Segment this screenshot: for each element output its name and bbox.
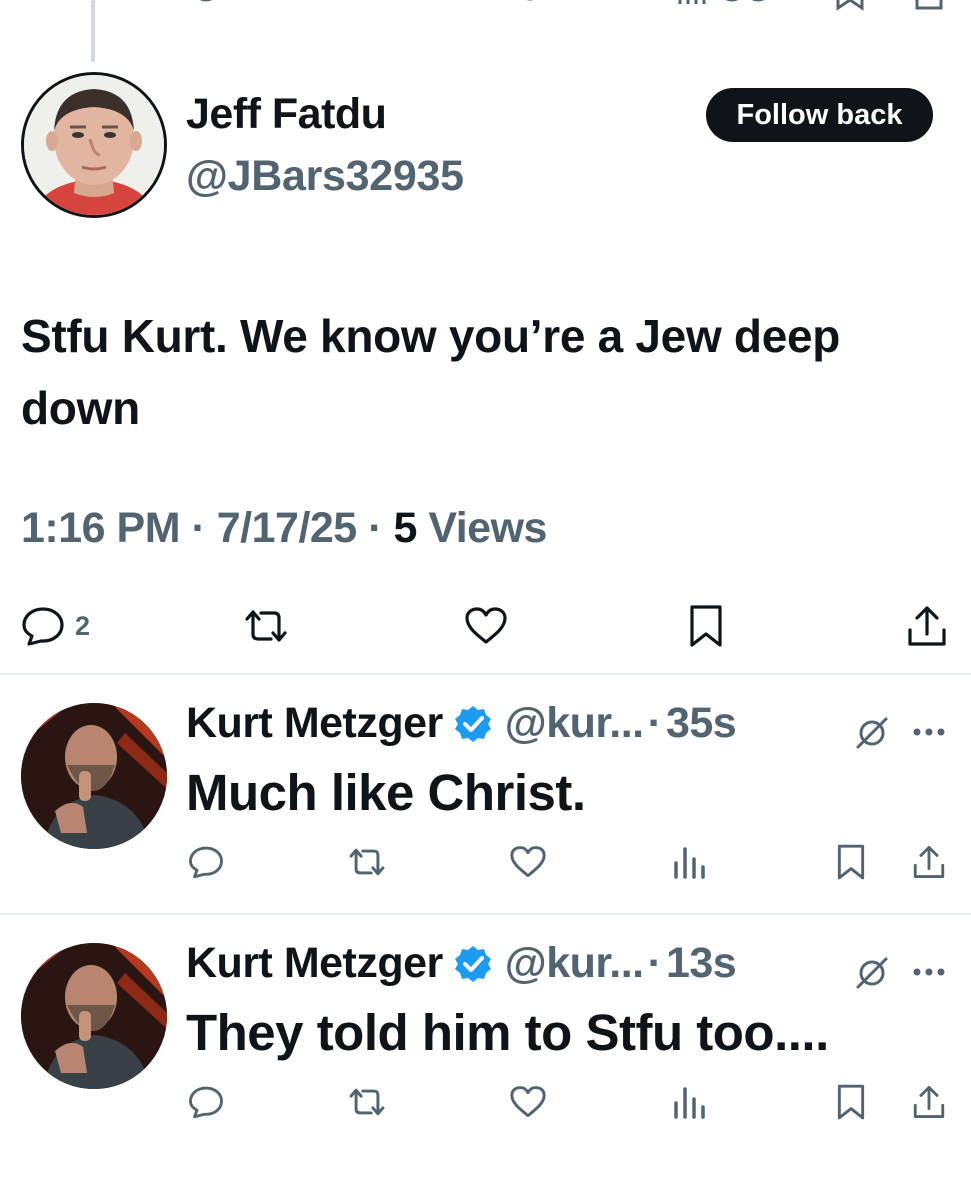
share-icon[interactable] [912,1083,946,1121]
retweet-icon[interactable] [346,1085,388,1119]
views-icon[interactable] [672,1085,706,1119]
bookmark-icon [690,605,722,647]
share-icon [908,606,946,646]
main-tweet: Jeff Fatdu @JBars32935 Follow back Stfu … [0,60,971,674]
reply-icon [22,607,64,646]
views-count: 5 [393,504,417,552]
reply-tweet[interactable]: Kurt Metzger @kur... · 13s They told him… [0,915,971,1155]
retweet-button[interactable] [241,606,291,646]
author-handle[interactable]: @kur... [505,699,644,748]
tweet-text: Stfu Kurt. We know you’re a Jew deep dow… [21,310,841,434]
bookmark-icon[interactable] [836,843,866,881]
previous-tweet-partial [0,0,971,62]
verified-badge-icon [453,944,493,984]
reply-count: 2 [75,610,91,641]
share-button[interactable] [906,604,948,648]
separator: · [647,699,662,747]
reply-icon[interactable] [188,845,224,879]
reply-button[interactable]: 2 [21,606,90,646]
meta-separator: · [191,504,206,552]
reply-icon[interactable] [188,0,224,10]
views-icon[interactable] [672,845,706,879]
reply-text: They told him to Stfu too.... [186,1004,829,1061]
reply-header: Kurt Metzger @kur... · 13s [186,939,737,988]
heart-icon [465,607,507,644]
retweet-icon [245,610,287,642]
profile-photo [24,75,164,215]
heart-icon[interactable] [509,845,547,879]
views-label: Views [428,504,547,552]
reply-header: Kurt Metzger @kur... · 35s [186,699,737,748]
author-name[interactable]: Kurt Metzger [186,699,443,748]
reply-time[interactable]: 13s [666,939,737,988]
reply-text: Much like Christ. [186,764,586,821]
thread-connector-line [91,0,95,62]
follow-back-button[interactable]: Follow back [706,88,933,142]
author-name[interactable]: Jeff Fatdu [186,90,387,139]
author-handle[interactable]: @kur... [505,939,644,988]
like-icon[interactable] [512,0,582,10]
reply-tweet[interactable]: Kurt Metzger @kur... · 35s Much like Chr… [0,675,971,915]
bookmark-icon[interactable] [836,0,864,12]
bookmark-button[interactable] [688,604,724,648]
separator: · [647,939,662,987]
reply-actions [0,841,971,889]
author-name[interactable]: Kurt Metzger [186,939,443,988]
heart-icon[interactable] [509,1085,547,1119]
grok-icon[interactable] [854,955,890,991]
author-handle[interactable]: @JBars32935 [186,152,464,201]
meta-separator: · [368,504,382,552]
tweet-date[interactable]: 7/17/25 [217,504,357,552]
share-icon[interactable] [914,0,944,12]
bookmark-icon[interactable] [836,1083,866,1121]
retweet-icon[interactable] [346,845,388,879]
reply-time[interactable]: 35s [666,699,737,748]
grok-icon[interactable] [854,715,890,751]
avatar[interactable] [21,703,167,849]
share-icon[interactable] [912,843,946,881]
retweet-icon[interactable] [350,0,420,10]
more-icon[interactable] [912,967,946,977]
verified-badge-icon [453,704,493,744]
reply-icon[interactable] [188,1085,224,1119]
profile-photo [21,943,167,1089]
tweet-actions: 2 [0,598,971,654]
avatar[interactable] [21,72,167,218]
tweet-time[interactable]: 1:16 PM [21,504,181,552]
more-icon[interactable] [912,727,946,737]
reply-actions [0,1081,971,1129]
tweet-meta: 1:16 PM · 7/17/25 · 5 Views [21,504,547,553]
profile-photo [21,703,167,849]
views-icon[interactable] [676,0,772,10]
avatar[interactable] [21,943,167,1089]
like-button[interactable] [464,606,508,646]
